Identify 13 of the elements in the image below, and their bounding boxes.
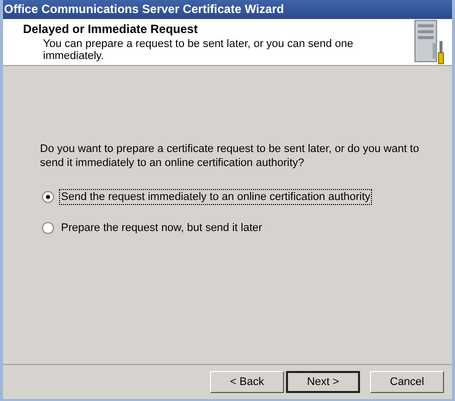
page-title: Delayed or Immediate Request (23, 22, 199, 36)
radio-option[interactable]: Prepare the request now, but send it later (42, 221, 452, 235)
option-label: Prepare the request now, but send it later (60, 221, 264, 235)
option-label: Send the request immediately to an online certification authority (60, 190, 372, 204)
question-text: Do you want to prepare a certificate request to be sent later, or do you want to send it immediately to an online certification authority? (40, 142, 420, 170)
page-subtitle: You can prepare a request to be sent later, or you can send one immediately. (42, 38, 354, 62)
wizard-button[interactable]: Cancel (370, 371, 444, 393)
radio-button[interactable] (42, 191, 54, 203)
window-title: Office Communications Server Certificate Wizard (3, 0, 452, 19)
wizard-button[interactable]: Next > (286, 371, 360, 393)
wizard-button[interactable]: < Back (210, 371, 284, 393)
radio-button[interactable] (42, 222, 54, 234)
radio-option[interactable]: Send the request immediately to an online certification authority (42, 190, 452, 204)
